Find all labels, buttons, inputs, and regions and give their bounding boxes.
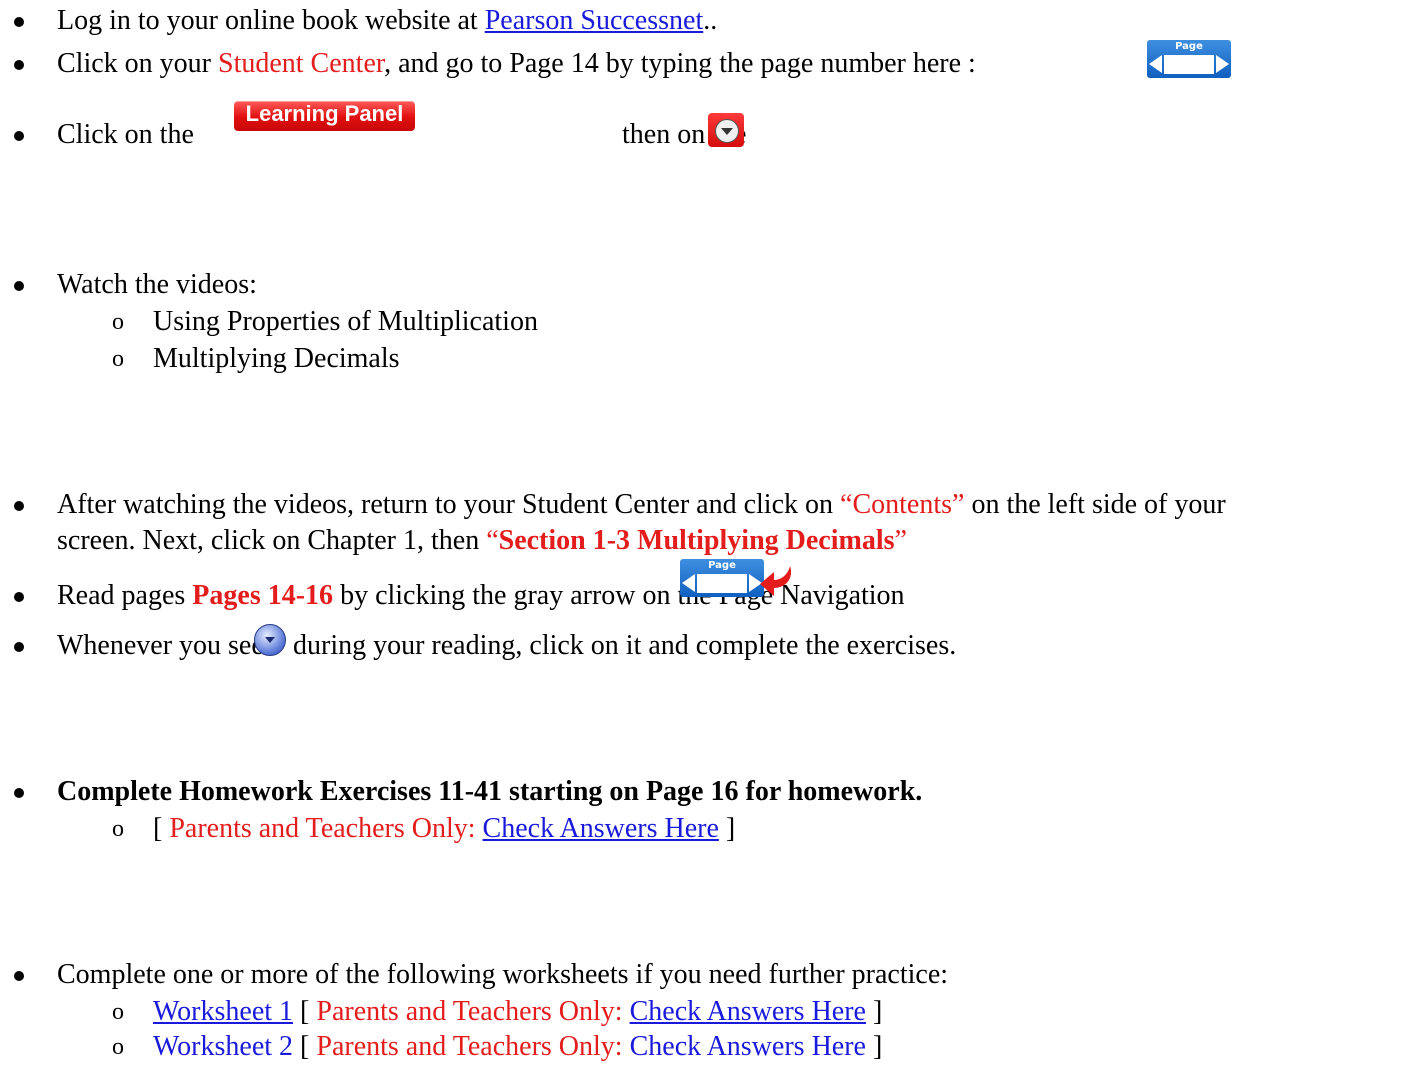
step-suffix: , and go to Page 14 by typing the page n… (384, 48, 976, 79)
page-number-box (1164, 55, 1214, 74)
step-prefix: Whenever you see (57, 630, 264, 661)
page-nav-label: Page (708, 560, 736, 571)
worksheet-line: Worksheet 2 [ Parents and Teachers Only:… (153, 1030, 882, 1064)
check-answers-link[interactable]: Check Answers Here (630, 1031, 866, 1062)
page-navigator-icon: Page (680, 559, 764, 597)
page-nav-label: Page (1175, 41, 1203, 52)
sub-bullet: o (112, 309, 124, 335)
left-arrow-icon (682, 574, 695, 592)
section-title: Section 1-3 Multiplying Decimals (498, 525, 895, 556)
learning-panel-button: Learning Panel (234, 101, 415, 131)
step-text: After watching the videos, return to you… (57, 488, 1226, 522)
parents-label: Parents and Teachers Only: (169, 813, 483, 844)
dropdown-icon (708, 113, 744, 147)
sub-bullet: o (112, 346, 124, 372)
bullet (14, 131, 24, 141)
contents-text: “Contents” (840, 489, 965, 520)
step-text: Click on your Student Center, and go to … (57, 47, 976, 81)
exercise-icon (254, 624, 286, 656)
answers-line: [ Parents and Teachers Only: Check Answe… (153, 812, 735, 846)
bracket-close: ] (718, 813, 736, 844)
left-arrow-icon (1149, 55, 1162, 73)
step-suffix: during your reading, click on it and com… (293, 630, 957, 661)
bracket-open: [ (300, 996, 317, 1027)
sub-bullet: o (112, 1034, 124, 1060)
videos-intro: Watch the videos: (57, 269, 257, 300)
bullet (14, 281, 24, 291)
bullet (14, 501, 24, 511)
page-number-box (697, 574, 747, 593)
bullet (14, 788, 24, 798)
bracket-close: ] (865, 1031, 883, 1062)
bullet (14, 971, 24, 981)
step-part: screen. Next, click on Chapter 1, then (57, 525, 487, 556)
step-prefix: Click on the (57, 119, 194, 150)
step-prefix: Log in to your online book website at (57, 5, 485, 36)
bracket-close: ] (865, 996, 883, 1027)
bullet (14, 592, 24, 602)
bullet (14, 17, 24, 27)
worksheets-intro: Complete one or more of the following wo… (57, 959, 949, 990)
red-curved-arrow-icon (760, 566, 792, 596)
parents-label: Parents and Teachers Only: (316, 1031, 630, 1062)
step-prefix: Read pages (57, 580, 193, 611)
page-navigator-icon: Page (1147, 40, 1231, 78)
right-arrow-icon (1216, 55, 1229, 73)
video-title: Multiplying Decimals (153, 343, 400, 374)
quote-close: ” (894, 525, 907, 556)
bullet (14, 642, 24, 652)
check-answers-link[interactable]: Check Answers Here (630, 996, 866, 1027)
bracket-open: [ (300, 1031, 317, 1062)
worksheet-2-link[interactable]: Worksheet 2 (153, 1031, 293, 1062)
sub-bullet: o (112, 999, 124, 1025)
step-suffix: .. (703, 5, 718, 36)
step-part: on the left side of your (964, 489, 1226, 520)
bracket-open: [ (153, 813, 170, 844)
step-text: screen. Next, click on Chapter 1, then “… (57, 524, 907, 558)
video-title: Using Properties of Multiplication (153, 306, 538, 337)
worksheet-line: Worksheet 1 [ Parents and Teachers Only:… (153, 995, 882, 1029)
parents-label: Parents and Teachers Only: (316, 996, 630, 1027)
down-arrow-icon (721, 128, 733, 135)
down-arrow-icon (265, 637, 275, 643)
sub-bullet: o (112, 816, 124, 842)
pages-range: Pages 14-16 (192, 580, 334, 611)
step-prefix: Click on your (57, 48, 218, 79)
quote-open: “ (486, 525, 499, 556)
bullet (14, 60, 24, 70)
homework-title: Complete Homework Exercises 11-41 starti… (57, 776, 923, 807)
learning-panel-label: Learning Panel (245, 101, 404, 126)
step-suffix: by clicking the gray arrow on the Page N… (333, 580, 905, 611)
worksheet-1-link[interactable]: Worksheet 1 (153, 996, 293, 1027)
student-center-text: Student Center (218, 48, 385, 79)
check-answers-link[interactable]: Check Answers Here (483, 813, 719, 844)
pearson-successnet-link[interactable]: Pearson Successnet (485, 5, 704, 36)
step-text: Log in to your online book website at Pe… (57, 4, 717, 38)
step-part: After watching the videos, return to you… (57, 489, 841, 520)
